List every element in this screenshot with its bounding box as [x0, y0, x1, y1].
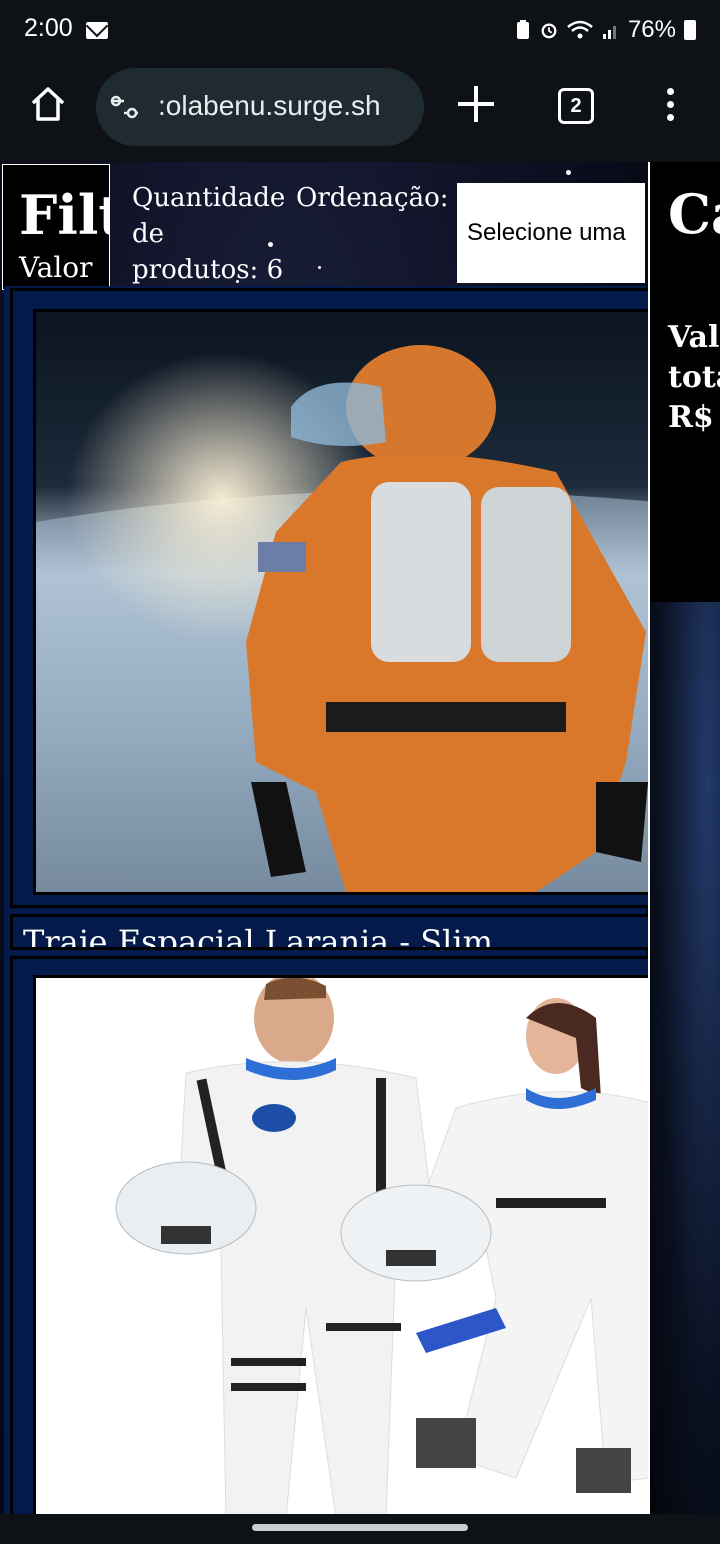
battery-percent: 76%: [627, 16, 676, 43]
battery-saver-icon: [516, 20, 529, 39]
product-grid: Traje Espacial Laranja - Slim: [4, 286, 666, 1514]
status-icons: 76%: [514, 16, 696, 44]
product-image-orange-spacesuit[interactable]: [33, 309, 659, 895]
mail-icon: [86, 22, 108, 39]
more-options-icon[interactable]: [667, 88, 675, 124]
url-text[interactable]: :olabenu.surge.sh: [158, 90, 381, 122]
filters-panel: Filtros Valor: [2, 164, 110, 290]
web-page: Filtros Valor Quantidade de produtos: 6 …: [0, 162, 720, 1514]
cart-title: Ca: [668, 182, 720, 246]
wifi-icon: [567, 20, 593, 39]
cart-panel: Ca Val tota R$ 0: [648, 162, 720, 1514]
cart-background-image: [650, 602, 720, 1514]
new-tab-icon[interactable]: [458, 86, 494, 122]
alarm-icon: [541, 23, 557, 39]
product-card[interactable]: [10, 956, 666, 1514]
product-title[interactable]: Traje Espacial Laranja - Slim: [10, 914, 666, 950]
battery-icon: [684, 20, 696, 40]
address-bar[interactable]: :olabenu.surge.sh: [96, 68, 424, 146]
sort-label: Ordenação:: [296, 183, 449, 213]
filters-title: Filtros: [19, 183, 109, 247]
quantity-line2: de: [132, 219, 165, 249]
cart-total-line1: Val: [668, 320, 720, 355]
quantity-line1: Quantidade: [132, 183, 286, 213]
quantity-line3: produtos: 6: [132, 255, 284, 285]
filter-value-label: Valor: [19, 251, 93, 284]
home-icon[interactable]: [28, 84, 68, 124]
status-bar: 2:00 76%: [0, 0, 720, 64]
cart-total: Val tota R$ 0: [668, 318, 720, 438]
product-count: Quantidade de produtos: 6 Ordenação:: [132, 180, 449, 288]
signal-icon: [602, 26, 616, 39]
sort-select[interactable]: Selecione uma: [457, 183, 645, 283]
tab-switcher-button[interactable]: 2: [558, 88, 594, 124]
cart-total-line3: R$ 0: [668, 400, 720, 435]
home-gesture-handle[interactable]: [252, 1524, 468, 1531]
product-card[interactable]: [10, 288, 666, 908]
product-image-white-spacesuit[interactable]: [33, 975, 659, 1514]
cart-total-line2: tota: [668, 360, 720, 395]
status-time: 2:00: [24, 14, 73, 42]
site-settings-icon[interactable]: [110, 94, 140, 120]
browser-toolbar: :olabenu.surge.sh 2: [0, 64, 720, 162]
gesture-nav-bar: [0, 1514, 720, 1544]
product-name: Traje Espacial Laranja - Slim: [23, 923, 493, 950]
